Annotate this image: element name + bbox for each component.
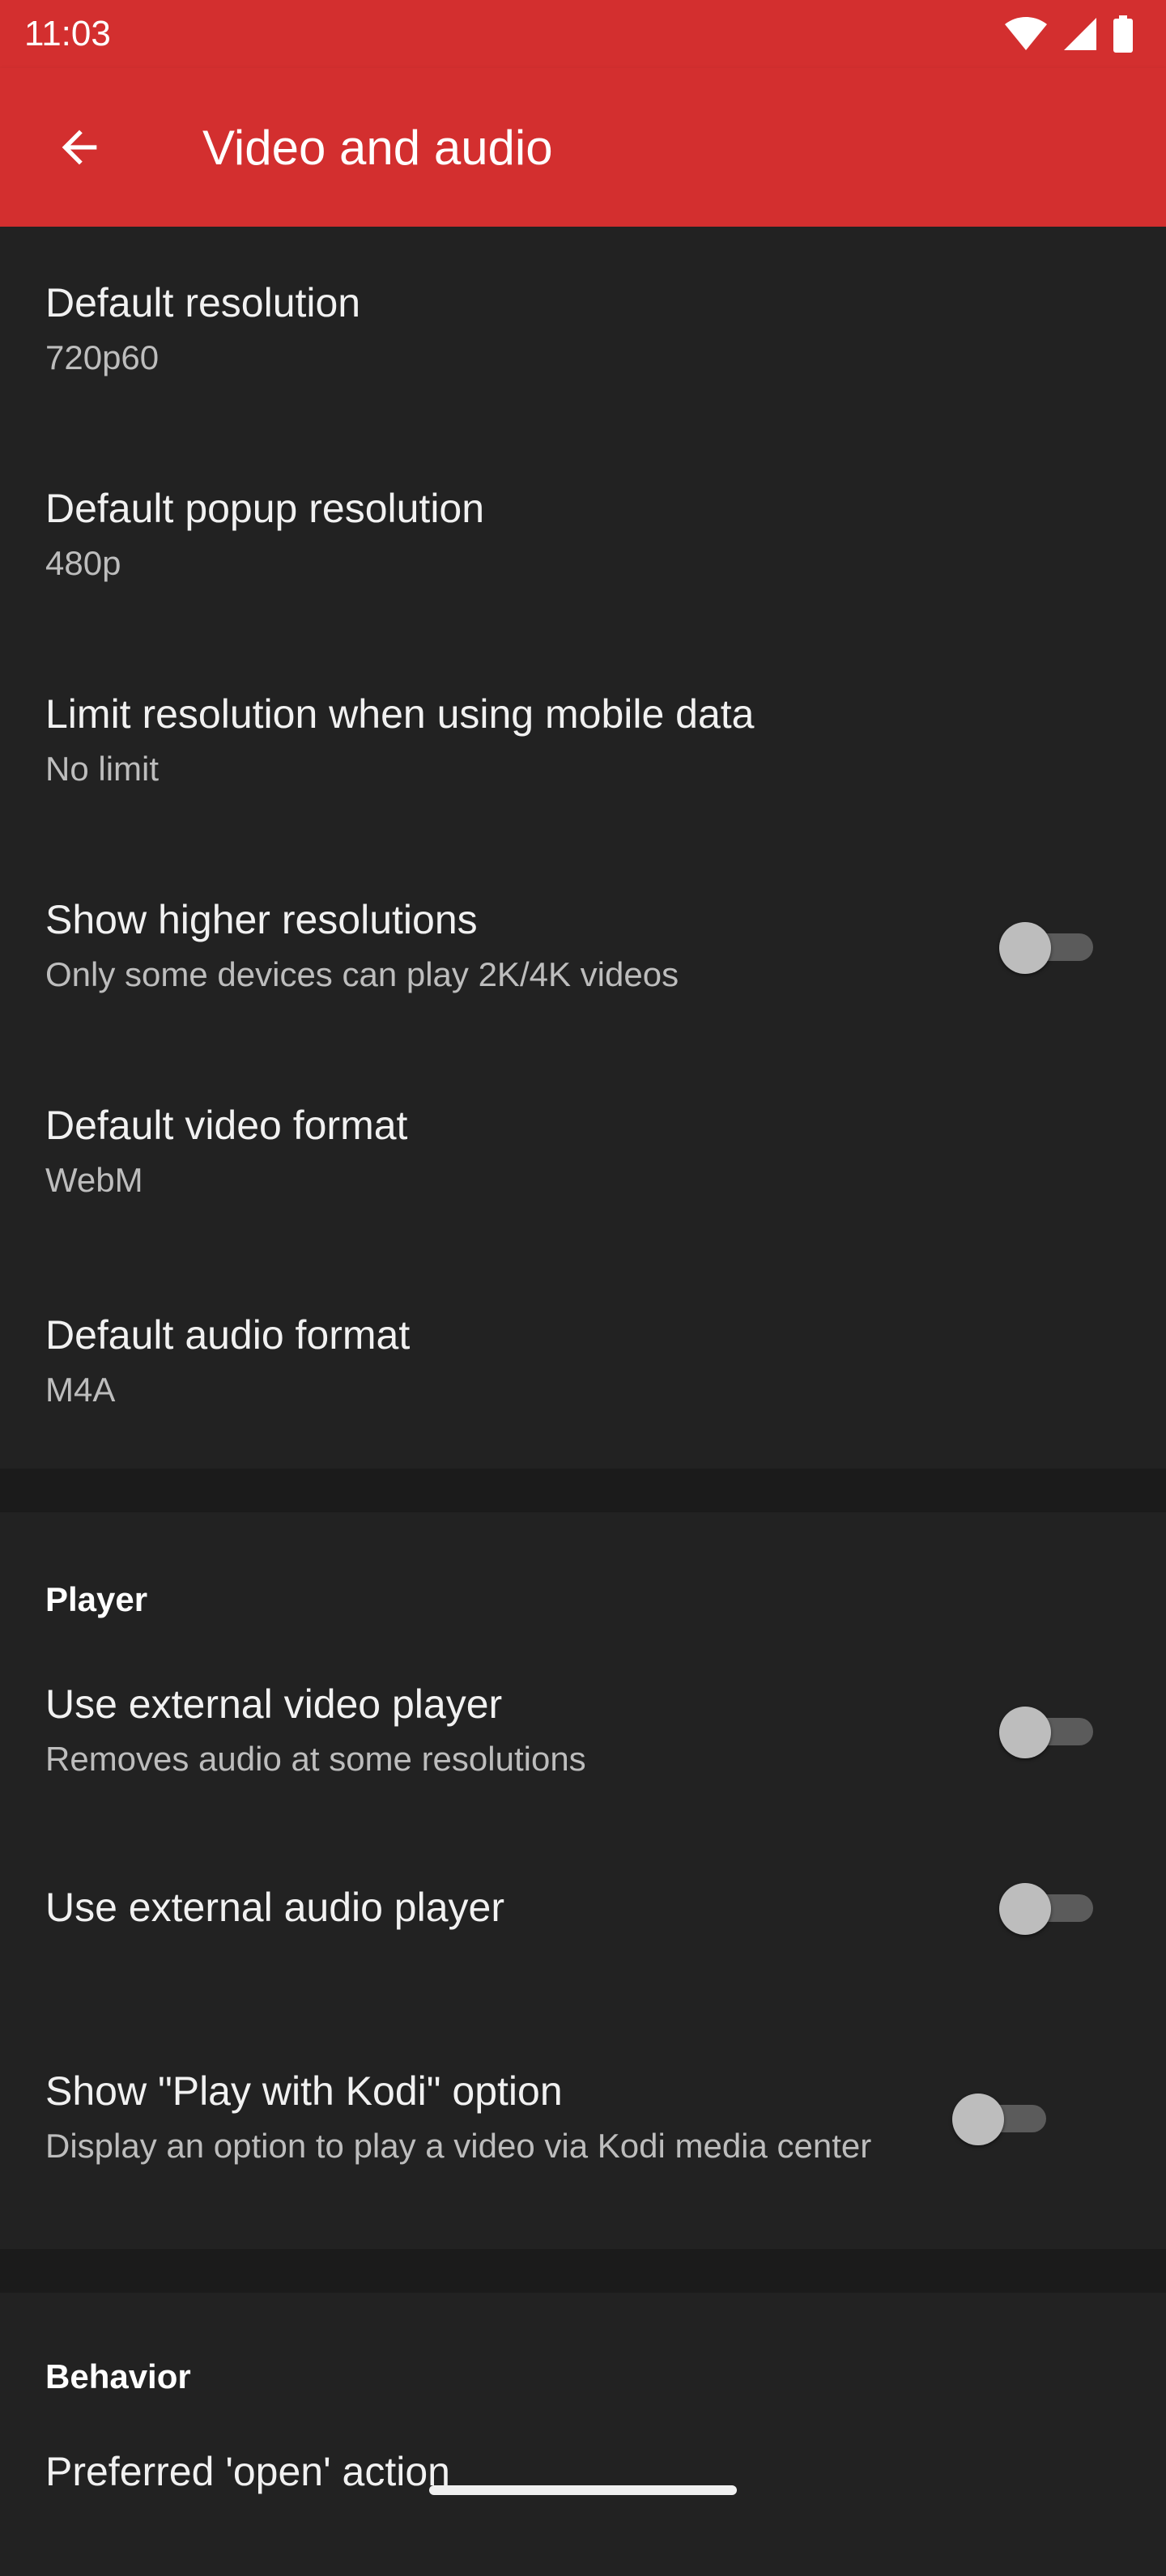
behavior-settings-card: Behavior Preferred 'open' action bbox=[0, 2293, 1166, 2576]
switch-thumb bbox=[999, 922, 1051, 974]
battery-icon bbox=[1113, 15, 1133, 53]
back-button[interactable] bbox=[34, 102, 125, 193]
arrow-back-icon bbox=[62, 130, 97, 165]
item-title: Default popup resolution bbox=[45, 486, 485, 531]
item-title: Show "Play with Kodi" option bbox=[45, 2068, 563, 2114]
cellular-signal-icon bbox=[1064, 18, 1096, 50]
item-title: Default resolution bbox=[45, 280, 361, 325]
section-gap bbox=[0, 2249, 1166, 2293]
behavior-section-header: Behavior bbox=[0, 2293, 1166, 2414]
item-summary: Only some devices can play 2K/4K videos bbox=[45, 955, 679, 993]
default-resolution-item[interactable]: Default resolution 720p60 bbox=[0, 227, 1166, 432]
limit-mobile-resolution-item[interactable]: Limit resolution when using mobile data … bbox=[0, 638, 1166, 844]
page-title: Video and audio bbox=[202, 120, 553, 175]
gesture-nav-handle[interactable] bbox=[429, 2485, 737, 2495]
status-time: 11:03 bbox=[24, 14, 111, 53]
switch-thumb bbox=[999, 1883, 1051, 1935]
play-with-kodi-switch[interactable] bbox=[952, 2085, 1049, 2150]
item-title: Show higher resolutions bbox=[45, 897, 478, 942]
default-audio-format-item[interactable]: Default audio format M4A bbox=[0, 1255, 1166, 1469]
item-summary: No limit bbox=[45, 750, 160, 788]
status-bar: 11:03 bbox=[0, 0, 1166, 68]
settings-list: Default resolution 720p60 Default popup … bbox=[0, 227, 1166, 2576]
external-audio-player-item[interactable]: Use external audio player bbox=[0, 1812, 1166, 2003]
section-title: Behavior bbox=[45, 2357, 191, 2395]
item-title: Use external video player bbox=[45, 1681, 503, 1727]
show-higher-resolutions-item[interactable]: Show higher resolutions Only some device… bbox=[0, 844, 1166, 1049]
external-audio-player-switch[interactable] bbox=[999, 1875, 1096, 1940]
item-summary: 480p bbox=[45, 544, 121, 582]
item-summary: WebM bbox=[45, 1161, 143, 1199]
item-title: Limit resolution when using mobile data bbox=[45, 691, 755, 737]
status-icons bbox=[1004, 15, 1134, 53]
item-title: Default audio format bbox=[45, 1312, 411, 1358]
player-section-header: Player bbox=[0, 1512, 1166, 1650]
play-with-kodi-item[interactable]: Show "Play with Kodi" option Display an … bbox=[0, 2003, 1166, 2249]
external-video-player-item[interactable]: Use external video player Removes audio … bbox=[0, 1650, 1166, 1812]
item-title: Default video format bbox=[45, 1103, 408, 1148]
video-settings-card: Default resolution 720p60 Default popup … bbox=[0, 227, 1166, 1469]
section-title: Player bbox=[45, 1580, 148, 1618]
section-gap bbox=[0, 1469, 1166, 1512]
preferred-open-action-item[interactable]: Preferred 'open' action bbox=[0, 2414, 1166, 2576]
default-popup-resolution-item[interactable]: Default popup resolution 480p bbox=[0, 432, 1166, 638]
external-video-player-switch[interactable] bbox=[999, 1698, 1096, 1763]
item-title: Use external audio player bbox=[45, 1885, 504, 1930]
show-higher-resolutions-switch[interactable] bbox=[999, 914, 1096, 979]
item-summary: Display an option to play a video via Ko… bbox=[45, 2127, 872, 2165]
item-summary: 720p60 bbox=[45, 338, 160, 376]
app-bar: Video and audio bbox=[0, 68, 1166, 227]
item-summary: M4A bbox=[45, 1371, 116, 1409]
player-settings-card: Player Use external video player Removes… bbox=[0, 1512, 1166, 2249]
default-video-format-item[interactable]: Default video format WebM bbox=[0, 1049, 1166, 1255]
switch-thumb bbox=[999, 1707, 1051, 1758]
wifi-icon bbox=[1005, 17, 1047, 50]
switch-thumb bbox=[952, 2094, 1004, 2145]
item-summary: Removes audio at some resolutions bbox=[45, 1740, 586, 1778]
